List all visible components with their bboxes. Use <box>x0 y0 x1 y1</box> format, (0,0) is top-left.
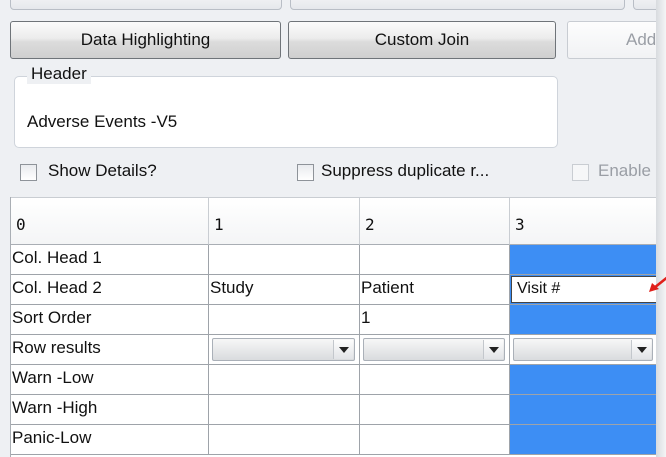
table-row: Panic-Low <box>11 425 656 455</box>
chevron-down-icon[interactable] <box>631 340 651 359</box>
table-row: Row results <box>11 335 656 365</box>
grid-cell-selected[interactable] <box>510 395 656 425</box>
cell-edit-input[interactable]: Visit # <box>511 276 656 303</box>
table-row: Sort Order 1 <box>11 305 656 335</box>
grid-cell[interactable] <box>360 245 510 275</box>
row-results-dropdown-3[interactable] <box>513 338 653 361</box>
grid-cell[interactable] <box>209 425 360 455</box>
header-value: Adverse Events -V5 <box>27 112 178 131</box>
row-label-cell[interactable]: Row results <box>11 335 209 365</box>
table-row: Warn -Low <box>11 365 656 395</box>
custom-join-button[interactable]: Custom Join <box>288 21 556 59</box>
data-highlighting-button[interactable]: Data Highlighting <box>10 21 281 59</box>
table-row: Col. Head 1 <box>11 245 656 275</box>
row-label-cell[interactable]: Col. Head 1 <box>11 245 209 275</box>
grid-cell[interactable]: 1 <box>360 305 510 335</box>
grid-cell[interactable] <box>209 245 360 275</box>
row-results-dropdown-2[interactable] <box>363 338 505 361</box>
header-group-legend: Header <box>27 64 91 84</box>
data-grid[interactable]: 0 1 2 3 Col. Head 1 Col. Head 2 Study Pa… <box>10 197 656 457</box>
column-header-0[interactable]: 0 <box>11 197 209 245</box>
suppress-duplicate-checkbox[interactable] <box>297 164 314 181</box>
chevron-down-icon[interactable] <box>483 340 503 359</box>
grid-cell-editing[interactable]: Visit # <box>510 275 656 305</box>
grid-cell[interactable] <box>360 395 510 425</box>
enable-label: Enable <box>598 161 651 180</box>
grid-cell[interactable] <box>209 335 360 365</box>
grid-cell[interactable]: Study <box>209 275 360 305</box>
row-label-cell[interactable]: Warn -Low <box>11 365 209 395</box>
show-details-checkbox[interactable] <box>20 164 37 181</box>
grid-cell[interactable] <box>209 395 360 425</box>
window-edge-shadow <box>656 0 666 457</box>
grid-cell[interactable]: Patient <box>360 275 510 305</box>
row-label-cell[interactable]: Sort Order <box>11 305 209 335</box>
column-header-3[interactable]: 3 <box>510 197 656 245</box>
row-label-cell[interactable]: Warn -High <box>11 395 209 425</box>
row-results-dropdown-1[interactable] <box>212 338 355 361</box>
grid-cell[interactable] <box>209 305 360 335</box>
annotation-arrow-icon <box>649 276 666 292</box>
table-row: Col. Head 2 Study Patient Visit # <box>11 275 656 305</box>
add-button[interactable]: Add I <box>567 21 666 59</box>
enable-checkbox[interactable] <box>572 164 589 181</box>
chevron-down-icon[interactable] <box>333 340 353 359</box>
grid-cell[interactable] <box>360 425 510 455</box>
grid-cell[interactable] <box>510 335 656 365</box>
suppress-duplicate-label: Suppress duplicate r... <box>321 161 490 180</box>
grid-cell-selected[interactable] <box>510 305 656 335</box>
top-control-stub-2 <box>290 0 625 10</box>
row-label-cell[interactable]: Panic-Low <box>11 425 209 455</box>
show-details-label: Show Details? <box>48 161 157 180</box>
column-header-1[interactable]: 1 <box>209 197 360 245</box>
top-control-stub-1 <box>10 0 282 10</box>
grid-cell[interactable] <box>360 365 510 395</box>
grid-cell-selected[interactable] <box>510 365 656 395</box>
grid-cell-selected[interactable] <box>510 245 656 275</box>
grid-cell[interactable] <box>360 335 510 365</box>
column-header-2[interactable]: 2 <box>360 197 510 245</box>
grid-cell[interactable] <box>209 365 360 395</box>
row-label-cell[interactable]: Col. Head 2 <box>11 275 209 305</box>
grid-cell-selected[interactable] <box>510 425 656 455</box>
table-row: Warn -High <box>11 395 656 425</box>
